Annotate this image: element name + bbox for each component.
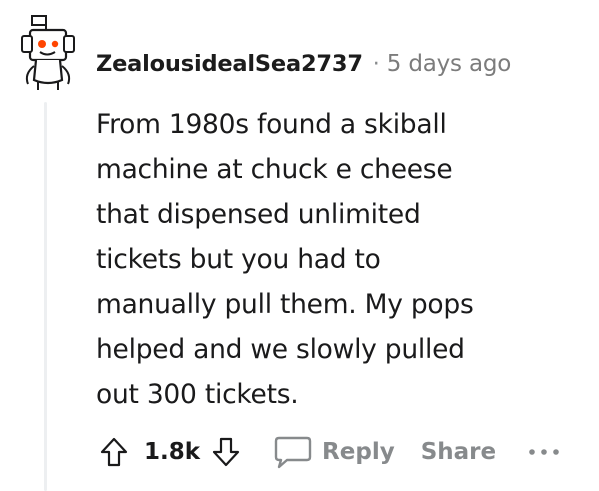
upvote-arrow-icon[interactable] [96,434,132,470]
comment-body-line: out 300 tickets. [96,379,299,410]
share-button[interactable]: Share [421,439,496,465]
vote-score: 1.8k [144,439,201,465]
reply-label: Reply [322,439,395,465]
comment-body-line: tickets but you had to [96,244,381,275]
downvote-arrow-icon[interactable] [208,434,244,470]
comment-body-line: manually pull them. My pops [96,289,474,320]
comment-body-line: From 1980s found a skiball [96,109,447,140]
comment-body-line: that dispensed unlimited [96,199,421,230]
author-username[interactable]: ZealousidealSea2737 [96,51,363,77]
comment-timestamp[interactable]: 5 days ago [387,51,512,77]
comment-body-line: helped and we slowly pulled [96,334,465,365]
more-options-icon[interactable] [524,434,564,470]
thread-line[interactable] [44,102,47,491]
reply-button[interactable]: Reply [272,434,395,470]
speech-bubble-icon [272,434,314,470]
comment: ZealousidealSea2737 · 5 days ago From 19… [0,0,599,491]
comment-meta: ZealousidealSea2737 · 5 days ago [96,46,511,82]
meta-separator: · [372,51,380,77]
comment-body: From 1980s found a skiball machine at ch… [96,102,556,417]
snoo-avatar-icon[interactable] [16,14,80,92]
comment-actions: 1.8k Reply Share [96,428,564,476]
comment-body-line: machine at chuck e cheese [96,154,453,185]
